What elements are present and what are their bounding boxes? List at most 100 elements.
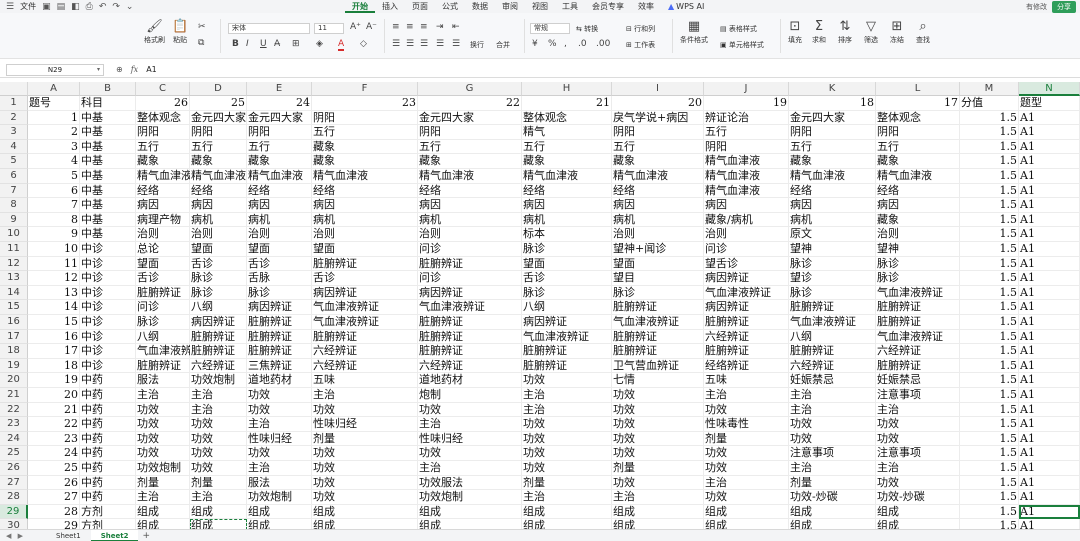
filter-button[interactable]: ▽ 筛选	[864, 19, 878, 45]
menu-tab-2[interactable]: 页面	[405, 0, 435, 13]
row-header-13[interactable]: 13	[0, 271, 28, 286]
table-cell[interactable]: 病因	[876, 198, 960, 213]
table-cell[interactable]: 功效	[612, 417, 704, 432]
table-cell[interactable]: 主治	[789, 461, 876, 476]
table-cell[interactable]: 脏腑辨证	[190, 330, 247, 345]
table-cell[interactable]: 脏腑辨证	[136, 286, 190, 301]
table-cell[interactable]: 14	[28, 300, 80, 315]
table-cell[interactable]: 功效	[190, 461, 247, 476]
table-cell[interactable]: 功效	[704, 490, 789, 505]
header-cell[interactable]: 21	[522, 96, 612, 111]
table-cell[interactable]: 1.5	[960, 271, 1019, 286]
row-header-30[interactable]: 30	[0, 519, 28, 529]
print-icon[interactable]: ⎙	[86, 2, 93, 12]
table-cell[interactable]: 中基	[80, 140, 136, 155]
header-cell[interactable]: 17	[876, 96, 960, 111]
table-cell[interactable]: 精气血津液	[312, 169, 418, 184]
table-cell[interactable]: 功效	[247, 446, 312, 461]
table-cell[interactable]: 望舌诊	[704, 257, 789, 272]
table-cell[interactable]: 经络辨证	[704, 359, 789, 374]
table-cell[interactable]: 六经辨证	[418, 359, 522, 374]
row-header-14[interactable]: 14	[0, 285, 28, 301]
table-cell[interactable]: 组成	[190, 505, 247, 520]
table-cell[interactable]: 24	[28, 446, 80, 461]
table-cell[interactable]: 注意事项	[876, 446, 960, 461]
row-header-18[interactable]: 18	[0, 344, 28, 359]
table-cell[interactable]: 中诊	[80, 286, 136, 301]
table-cell[interactable]: 主治	[704, 388, 789, 403]
table-cell[interactable]: 功效	[789, 417, 876, 432]
table-cell[interactable]: 29	[28, 519, 80, 529]
column-header-C[interactable]: C	[136, 82, 190, 96]
table-cell[interactable]: 精气血津液	[704, 169, 789, 184]
table-cell[interactable]: 病机	[418, 213, 522, 228]
row-header-23[interactable]: 23	[0, 417, 28, 432]
row-header-26[interactable]: 26	[0, 461, 28, 476]
table-cell[interactable]: 阴阳	[612, 125, 704, 140]
merge-button[interactable]: 合并	[496, 40, 510, 50]
table-cell[interactable]: A1	[1019, 125, 1080, 140]
row-header-16[interactable]: 16	[0, 315, 28, 330]
column-header-J[interactable]: J	[704, 82, 789, 96]
header-cell[interactable]: 20	[612, 96, 704, 111]
font-name-select[interactable]: 宋体	[228, 23, 310, 34]
table-cell[interactable]: 功效	[247, 403, 312, 418]
number-format-select[interactable]: 常规	[530, 23, 570, 34]
table-cell[interactable]: 脏腑辨证	[612, 300, 704, 315]
row-header-7[interactable]: 7	[0, 183, 28, 199]
table-cell[interactable]: 功效	[522, 417, 612, 432]
table-cell[interactable]: 主治	[876, 403, 960, 418]
sheet-tab-sheet1[interactable]: Sheet1	[46, 530, 91, 541]
table-cell[interactable]: 五行	[312, 125, 418, 140]
table-cell[interactable]: 功效-炒碳	[789, 490, 876, 505]
table-cell[interactable]: 2	[28, 125, 80, 140]
table-cell[interactable]: 中诊	[80, 330, 136, 345]
row-header-9[interactable]: 9	[0, 212, 28, 228]
table-cell[interactable]: 藏象	[312, 154, 418, 169]
table-cell[interactable]: 病因	[312, 198, 418, 213]
table-cell[interactable]: A1	[1019, 519, 1080, 529]
column-header-A[interactable]: A	[28, 82, 80, 96]
row-header-2[interactable]: 2	[0, 110, 28, 126]
table-cell[interactable]: 方剂	[80, 519, 136, 529]
table-cell[interactable]: 脏腑辨证	[704, 344, 789, 359]
table-cell[interactable]: 中基	[80, 111, 136, 126]
table-cell[interactable]: 脉诊	[190, 286, 247, 301]
table-cell[interactable]: 八纲	[190, 300, 247, 315]
table-cell[interactable]: A1	[1019, 417, 1080, 432]
table-cell[interactable]: 组成	[789, 519, 876, 529]
table-cell[interactable]: 阴阳	[190, 125, 247, 140]
table-cell[interactable]: 妊娠禁忌	[789, 373, 876, 388]
table-cell[interactable]: 病因	[704, 198, 789, 213]
table-cell[interactable]: 治则	[418, 227, 522, 242]
table-cell[interactable]: 1.5	[960, 446, 1019, 461]
menu-tab-6[interactable]: 视图	[525, 0, 555, 13]
table-cell[interactable]: 功效	[522, 461, 612, 476]
table-cell[interactable]: 经络	[418, 184, 522, 199]
fill-button[interactable]: ⊡ 填充	[788, 19, 802, 45]
select-all-corner[interactable]	[0, 82, 28, 96]
table-cell[interactable]: 性味归经	[418, 432, 522, 447]
row-header-4[interactable]: 4	[0, 139, 28, 155]
table-cell[interactable]: 28	[28, 505, 80, 520]
table-cell[interactable]: 脏腑辨证	[312, 330, 418, 345]
table-cell[interactable]: 气血津液辨证	[522, 330, 612, 345]
table-cell[interactable]: 1.5	[960, 257, 1019, 272]
table-cell[interactable]: 望神	[876, 242, 960, 257]
header-cell[interactable]: 19	[704, 96, 789, 111]
table-cell[interactable]: 望面	[136, 257, 190, 272]
table-cell[interactable]: A1	[1019, 476, 1080, 491]
table-cell[interactable]: 1.5	[960, 505, 1019, 520]
font-grow-icon[interactable]: A⁺	[350, 22, 361, 32]
table-cell[interactable]: 病因辨证	[418, 286, 522, 301]
table-cell[interactable]: 五行	[612, 140, 704, 155]
table-cell[interactable]: 组成	[247, 519, 312, 529]
table-cell[interactable]: A1	[1019, 257, 1080, 272]
table-cell[interactable]: 主治	[247, 461, 312, 476]
table-cell[interactable]: A1	[1019, 315, 1080, 330]
table-cell[interactable]: 主治	[247, 417, 312, 432]
table-cell[interactable]: 舌脉	[247, 271, 312, 286]
table-cell[interactable]: A1	[1019, 242, 1080, 257]
chevron-down-icon[interactable]: ⌄	[126, 2, 134, 12]
function-icon[interactable]: fx	[131, 65, 138, 74]
